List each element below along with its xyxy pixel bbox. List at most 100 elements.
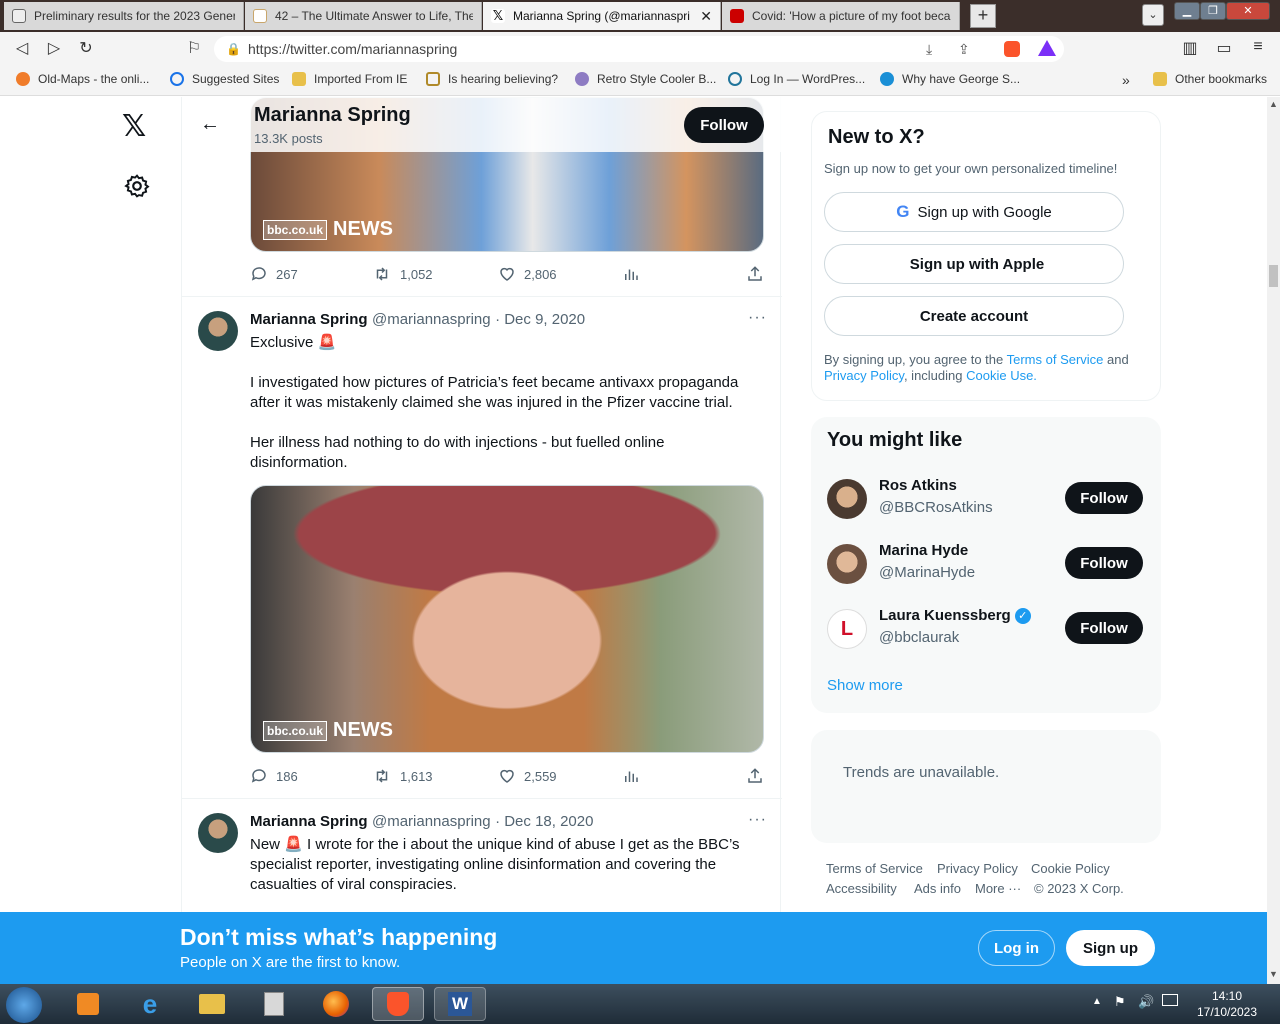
bookmark-other[interactable]: Other bookmarks <box>1153 72 1267 86</box>
follow-button[interactable]: Follow <box>1065 547 1143 579</box>
wallet-icon[interactable]: ▭ <box>1214 38 1234 58</box>
install-icon[interactable]: ⤓ <box>926 36 932 62</box>
create-account-button[interactable]: Create account <box>824 296 1124 336</box>
share-button[interactable] <box>746 265 772 283</box>
signup-button[interactable]: Sign up <box>1066 930 1155 966</box>
bookmark-old-maps[interactable]: Old-Maps - the onli... <box>16 72 149 86</box>
scroll-down-icon[interactable]: ▼ <box>1269 969 1278 979</box>
follow-profile-button[interactable]: Follow <box>684 107 764 143</box>
cookie-link[interactable]: Cookie Use. <box>966 368 1037 383</box>
forward-icon[interactable]: ▷ <box>44 38 64 58</box>
x-logo-icon[interactable]: 𝕏 <box>122 109 146 144</box>
internet-explorer-icon[interactable]: e <box>124 987 176 1021</box>
bookmark-hearing-believing[interactable]: Is hearing believing? <box>426 72 558 86</box>
close-tab-icon[interactable]: ✕ <box>700 8 712 25</box>
avatar[interactable] <box>198 813 238 853</box>
like-button[interactable]: 2,806 <box>498 265 557 283</box>
volume-icon[interactable]: 🔊 <box>1138 994 1154 1010</box>
retweet-button[interactable]: 1,052 <box>372 265 433 283</box>
reply-button[interactable]: 267 <box>250 265 298 283</box>
more-options-icon[interactable]: ··· <box>748 811 767 829</box>
sidebar-icon[interactable]: ▥ <box>1180 38 1200 58</box>
close-window-button[interactable]: ✕ <box>1226 2 1270 20</box>
signup-apple-button[interactable]: Sign up with Apple <box>824 244 1124 284</box>
bookmark-icon[interactable]: ⚐ <box>184 38 204 58</box>
author-handle[interactable]: @mariannaspring <box>372 813 491 830</box>
author-handle[interactable]: @mariannaspring <box>372 311 491 328</box>
bookmark-retro-cooler[interactable]: Retro Style Cooler B... <box>575 72 716 86</box>
back-arrow-icon[interactable]: ← <box>200 113 220 136</box>
follow-button[interactable]: Follow <box>1065 612 1143 644</box>
tweet-date[interactable]: · Dec 18, 2020 <box>495 813 593 830</box>
terms-link[interactable]: Terms of Service <box>1007 352 1104 367</box>
maximize-button[interactable]: ❐ <box>1200 2 1226 20</box>
suggested-user-name[interactable]: Marina Hyde <box>879 542 968 559</box>
start-button[interactable] <box>6 987 42 1023</box>
suggested-user[interactable]: L Laura Kuenssberg ✓ @bbclaurak Follow <box>811 599 1161 659</box>
tab-search-chevron-icon[interactable]: ⌄ <box>1142 4 1164 26</box>
tab-covid-foot[interactable]: Covid: 'How a picture of my foot beca <box>722 2 960 30</box>
brave-rewards-icon[interactable] <box>1038 40 1056 56</box>
privacy-link[interactable]: Privacy Policy <box>824 368 904 383</box>
footer-terms-link[interactable]: Terms of Service <box>826 861 923 876</box>
address-bar[interactable]: 🔒 https://twitter.com/mariannaspring ⤓ ⇪ <box>214 36 1064 62</box>
footer-more-link[interactable]: More ··· <box>975 881 1021 896</box>
show-more-link[interactable]: Show more <box>827 677 903 694</box>
share-button[interactable] <box>746 767 772 785</box>
avatar[interactable] <box>827 479 867 519</box>
brave-shields-icon[interactable] <box>1004 41 1020 57</box>
bookmark-wordpress[interactable]: Log In — WordPres... <box>728 72 865 86</box>
bookmark-george[interactable]: Why have George S... <box>880 72 1020 86</box>
footer-ads-link[interactable]: Ads info <box>914 881 961 896</box>
follow-button[interactable]: Follow <box>1065 482 1143 514</box>
scroll-up-icon[interactable]: ▲ <box>1269 99 1278 109</box>
more-bookmarks-chevron[interactable]: » <box>1122 72 1130 88</box>
action-center-flag-icon[interactable]: ⚑ <box>1114 994 1126 1010</box>
avatar[interactable] <box>827 544 867 584</box>
share-icon[interactable]: ⇪ <box>958 36 970 62</box>
tweet-date[interactable]: · Dec 9, 2020 <box>495 311 585 328</box>
signup-google-button[interactable]: G Sign up with Google <box>824 192 1124 232</box>
login-button[interactable]: Log in <box>978 930 1055 966</box>
new-tab-button[interactable]: + <box>970 4 996 28</box>
network-icon[interactable] <box>1162 994 1178 1006</box>
file-explorer-icon[interactable] <box>186 987 238 1021</box>
like-button[interactable]: 2,559 <box>498 767 557 785</box>
suggested-user[interactable]: Marina Hyde @MarinaHyde Follow <box>811 534 1161 594</box>
calculator-icon[interactable] <box>248 987 300 1021</box>
reload-icon[interactable]: ↻ <box>76 38 96 58</box>
tab-preliminary-results[interactable]: Preliminary results for the 2023 Gener <box>4 2 244 30</box>
minimize-button[interactable]: ▁ <box>1174 2 1200 20</box>
tab-42-answer[interactable]: 42 – The Ultimate Answer to Life, The <box>245 2 482 30</box>
avatar[interactable]: L <box>827 609 867 649</box>
avatar[interactable] <box>198 311 238 351</box>
footer-accessibility-link[interactable]: Accessibility <box>826 881 897 896</box>
settings-gear-icon[interactable] <box>124 173 150 204</box>
brave-browser-icon[interactable] <box>372 987 424 1021</box>
suggested-user-name[interactable]: Laura Kuenssberg <box>879 607 1011 624</box>
author-name[interactable]: Marianna Spring <box>250 813 368 830</box>
more-options-icon[interactable]: ··· <box>748 309 767 327</box>
reply-button[interactable]: 186 <box>250 767 298 785</box>
word-icon[interactable]: W <box>434 987 486 1021</box>
clock[interactable]: 14:10 17/10/2023 <box>1188 988 1266 1020</box>
retweet-button[interactable]: 1,613 <box>372 767 433 785</box>
tweet-media-image[interactable]: bbc.co.uk NEWS <box>250 485 764 753</box>
scrollbar-thumb[interactable] <box>1269 265 1278 287</box>
media-player-icon[interactable] <box>62 987 114 1021</box>
page-scrollbar[interactable]: ▲ ▼ <box>1267 97 1280 984</box>
firefox-icon[interactable] <box>310 987 362 1021</box>
tweet-1[interactable]: Marianna Spring @mariannaspring · Dec 9,… <box>182 297 782 799</box>
footer-privacy-link[interactable]: Privacy Policy <box>937 861 1018 876</box>
views-button[interactable] <box>622 767 648 785</box>
back-icon[interactable]: ◁ <box>12 38 32 58</box>
footer-cookie-link[interactable]: Cookie Policy <box>1031 861 1110 876</box>
bookmark-imported-from-ie[interactable]: Imported From IE <box>292 72 407 86</box>
show-hidden-icons[interactable]: ▲ <box>1092 996 1102 1007</box>
suggested-user[interactable]: Ros Atkins @BBCRosAtkins Follow <box>811 469 1161 529</box>
views-button[interactable] <box>622 265 648 283</box>
suggested-user-name[interactable]: Ros Atkins <box>879 477 957 494</box>
tweet-2[interactable]: Marianna Spring @mariannaspring · Dec 18… <box>182 799 782 912</box>
tab-marianna-spring[interactable]: 𝕏 Marianna Spring (@mariannaspri ✕ <box>483 2 721 30</box>
bookmark-suggested-sites[interactable]: Suggested Sites <box>170 72 279 86</box>
